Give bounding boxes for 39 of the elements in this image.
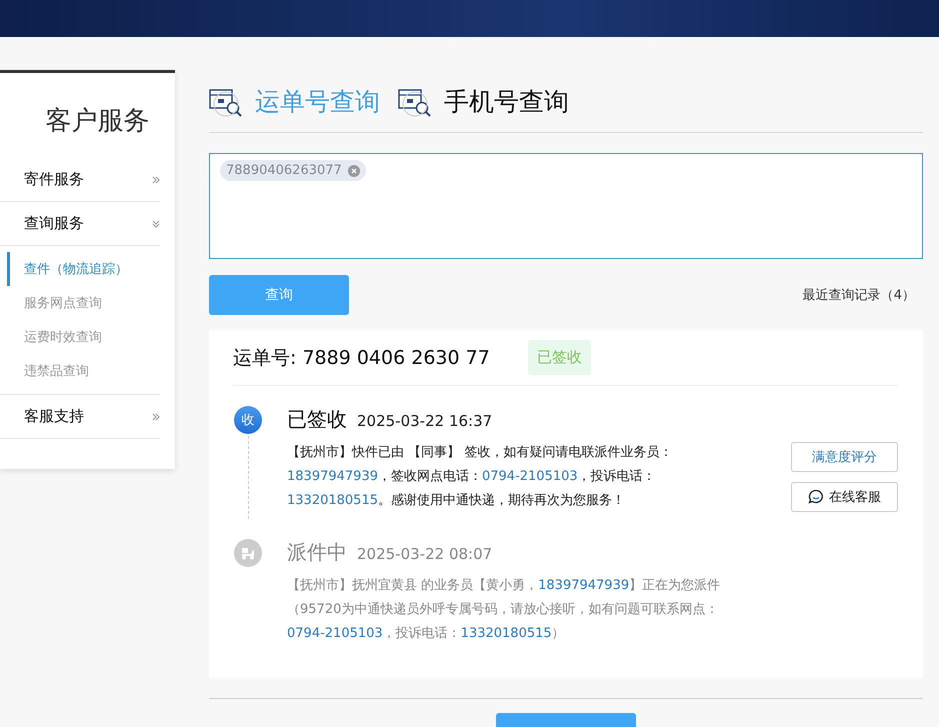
- remove-icon[interactable]: [348, 164, 360, 176]
- recent-queries-link[interactable]: 最近查询记录（4）: [802, 286, 915, 304]
- rating-button[interactable]: 满意度评分: [791, 442, 898, 472]
- waybill-input-field[interactable]: 78890406263077: [209, 153, 923, 259]
- sidebar-item[interactable]: 违禁品查询: [7, 354, 160, 388]
- section-label: 寄件服务: [24, 170, 84, 189]
- status-badge: 已签收: [528, 340, 591, 375]
- query-tab[interactable]: 手机号查询: [444, 85, 569, 118]
- event-description: 【抚州市】快件已由 【同事】 签收，如有疑问请电联派件业务员： 18397947939，签收网点电话：0794-2105103，投诉电话： 13320180515。感谢使用中通快递，期待再次为您服务！: [287, 444, 674, 510]
- signed-badge: 收: [234, 406, 262, 434]
- event-description: 【抚州市】抚州宜黄县 的业务员【黄小勇，18397947939】正在为您派件（95720为中通快递员外呼专属号码，请放心接听，如有问题可联系网点： 0794-2105103，投诉电话：13320180515）: [287, 577, 722, 643]
- event-time: 2025-03-22 16:37: [357, 412, 492, 430]
- phone-link[interactable]: 0794-2105103: [482, 469, 578, 484]
- sidebar-section[interactable]: 查询服务: [0, 202, 160, 246]
- sidebar-title: 客户服务: [44, 105, 150, 138]
- sidebar-section[interactable]: 寄件服务: [0, 158, 160, 202]
- waybill-number: 运单号: 7889 0406 2630 77: [233, 346, 490, 370]
- sidebar-item[interactable]: 服务网点查询: [7, 286, 160, 320]
- online-service-button[interactable]: 在线客服: [791, 482, 898, 512]
- query-tab[interactable]: 运单号查询: [255, 85, 380, 118]
- section-label: 客服支持: [24, 407, 84, 426]
- event-title: 已签收: [287, 406, 347, 433]
- phone-link[interactable]: 13320180515: [460, 626, 552, 641]
- phone-link[interactable]: 13320180515: [287, 493, 378, 508]
- chat-icon: [808, 489, 824, 505]
- waybill-tag: 78890406263077: [220, 160, 366, 181]
- scooter-icon: [234, 539, 262, 567]
- sidebar-item[interactable]: 运费时效查询: [7, 320, 160, 354]
- phone-link[interactable]: 18397947939: [538, 578, 630, 593]
- sidebar-section[interactable]: 客服支持: [0, 395, 160, 439]
- section-label: 查询服务: [24, 214, 84, 233]
- phone-link[interactable]: 0794-2105103: [287, 626, 383, 641]
- phone-link[interactable]: 18397947939: [287, 469, 378, 484]
- parcel-search-icon: [398, 86, 432, 116]
- parcel-search-icon: [209, 86, 243, 116]
- sidebar-item[interactable]: 查件（物流追踪）: [7, 252, 160, 286]
- event-time: 2025-03-22 08:07: [357, 545, 492, 563]
- event-title: 派件中: [287, 539, 347, 566]
- query-button[interactable]: 查询: [209, 275, 349, 315]
